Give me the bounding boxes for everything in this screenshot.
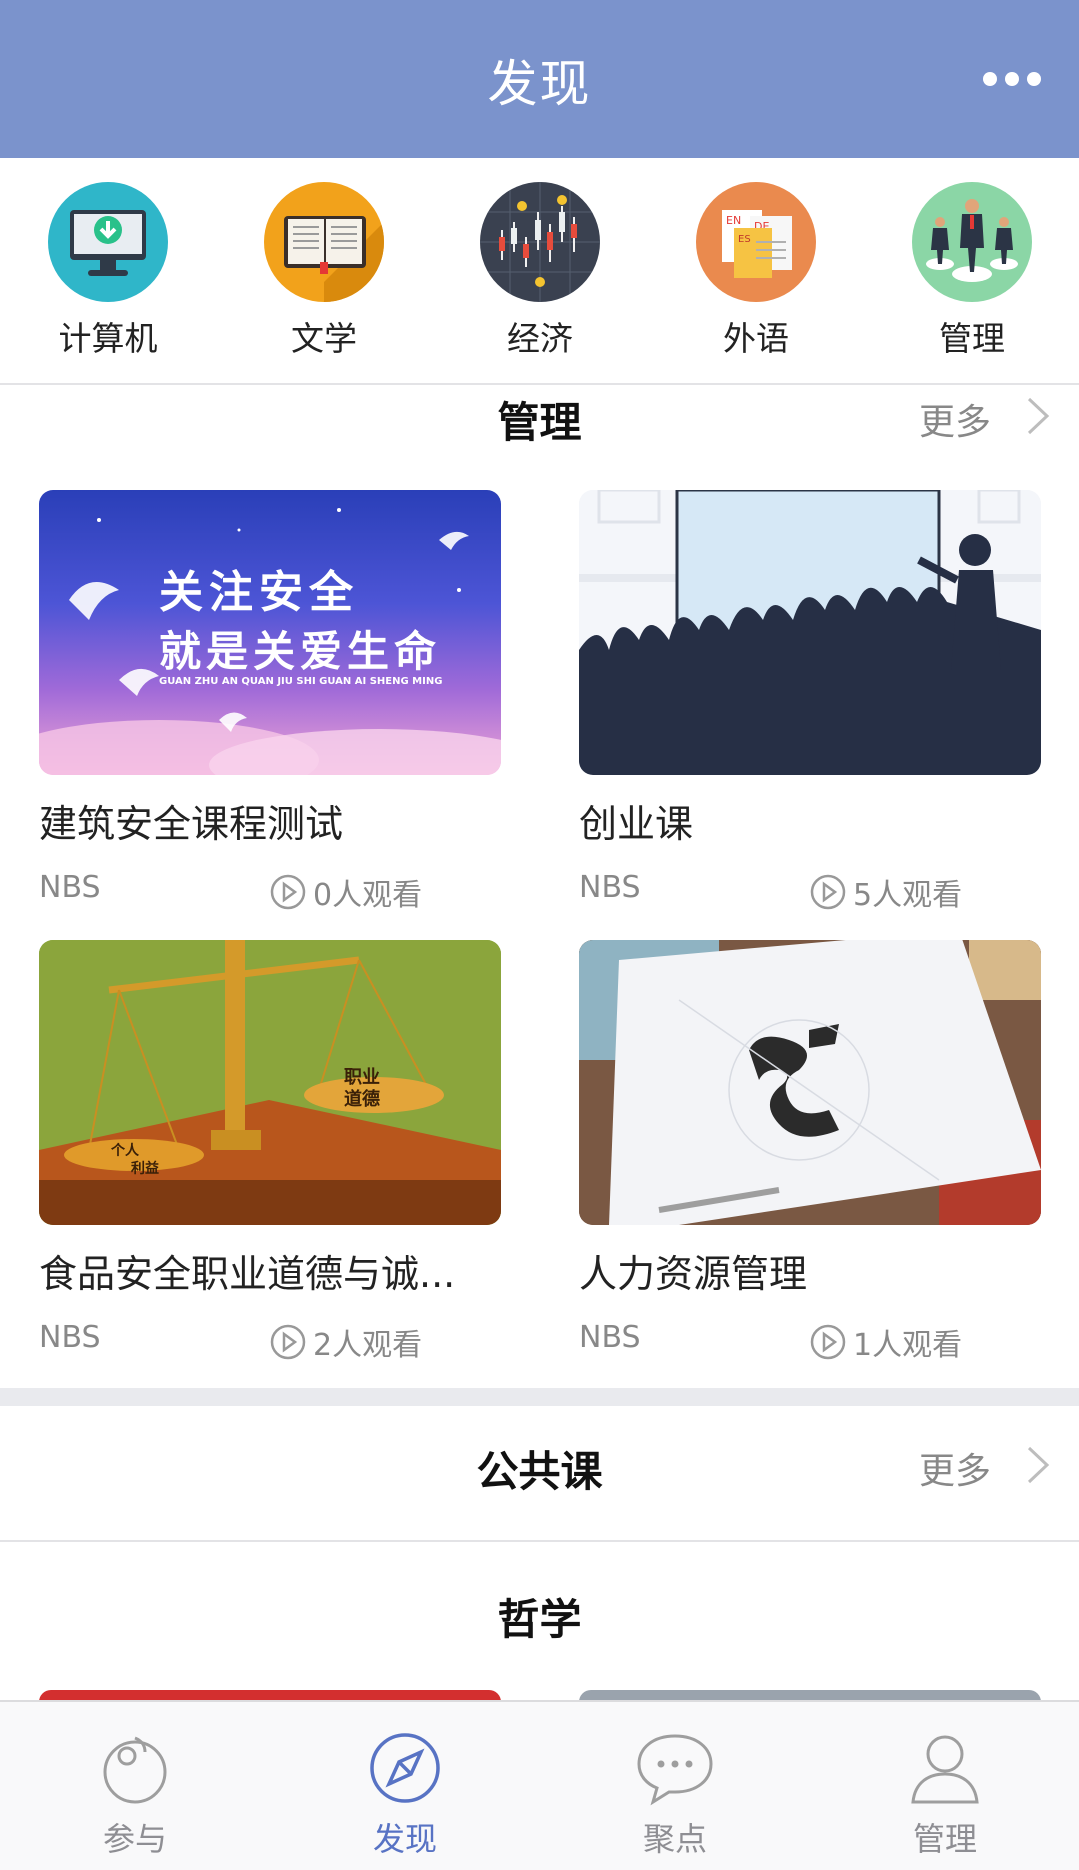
course-title[interactable]: 创业课 <box>579 793 1041 848</box>
section-header-public-courses: 公共课 更多 <box>0 1432 1079 1502</box>
view-count-text: 0人观看 <box>313 878 423 913</box>
course-card[interactable]: 创业课 NBS 5人观看 <box>579 490 1041 913</box>
play-icon <box>810 874 846 910</box>
course-title[interactable]: 食品安全职业道德与诚... <box>39 1243 501 1298</box>
course-org: NBS <box>39 1320 101 1355</box>
tab-label: 发现 <box>372 1820 437 1858</box>
section-title: 公共课 <box>476 1447 603 1496</box>
category-label: 文学 <box>291 319 357 358</box>
play-icon <box>270 874 306 910</box>
business-people-icon <box>912 182 1032 302</box>
chevron-right-icon[interactable] <box>1025 395 1051 437</box>
chevron-right-icon[interactable] <box>1025 1444 1051 1486</box>
divider <box>0 1540 1079 1542</box>
play-icon <box>810 1324 846 1360</box>
nav-header: 发现 <box>0 0 1079 158</box>
language-docs-icon: EN DE ES <box>696 182 816 302</box>
category-label: 外语 <box>723 319 789 358</box>
compass-icon <box>370 1733 440 1803</box>
category-literature[interactable]: 文学 <box>249 182 399 360</box>
course-thumbnail[interactable] <box>579 490 1041 775</box>
view-count: 5人观看 <box>809 870 962 914</box>
thumbnail-caption: 道德 <box>344 1089 380 1110</box>
view-count: 0人观看 <box>269 870 422 914</box>
view-count-text: 1人观看 <box>853 1328 963 1363</box>
course-card[interactable]: 人力资源管理 NBS 1人观看 <box>579 940 1041 1363</box>
participate-icon <box>103 1736 167 1804</box>
course-thumbnail[interactable]: 职业 道德 个人 利益 <box>39 940 501 1225</box>
course-title[interactable]: 人力资源管理 <box>579 1243 1041 1298</box>
course-card[interactable]: 关注安全 就是关爱生命 GUAN ZHU AN QUAN JIU SHI GUA… <box>39 490 501 913</box>
category-economics[interactable]: 经济 <box>465 182 615 360</box>
view-count-text: 2人观看 <box>313 1328 423 1363</box>
chat-bubble-icon <box>637 1734 713 1806</box>
category-label: 计算机 <box>58 319 158 358</box>
category-bar: 计算机 文学 经济 EN DE ES 外语 管理 <box>0 158 1079 383</box>
tab-gathering[interactable]: 聚点 <box>540 1702 810 1870</box>
tab-label: 参与 <box>102 1820 167 1858</box>
category-label: 管理 <box>939 319 1005 358</box>
thumbnail-caption: 个人 <box>111 1143 139 1159</box>
view-count: 1人观看 <box>809 1320 962 1364</box>
tab-discover[interactable]: 发现 <box>270 1702 540 1870</box>
category-label: 经济 <box>507 319 573 358</box>
more-dots-icon[interactable] <box>983 66 1041 92</box>
view-count-text: 5人观看 <box>853 878 963 913</box>
thumbnail-caption: 关注安全 <box>159 567 359 618</box>
page-title: 发现 <box>487 55 592 113</box>
thumbnail-caption: 就是关爱生命 <box>159 627 442 676</box>
bottom-tab-bar: 参与 发现 聚点 管理 <box>0 1700 1079 1870</box>
svg-text:ES: ES <box>738 234 751 245</box>
more-link[interactable]: 更多 <box>919 1442 991 1494</box>
more-link[interactable]: 更多 <box>919 393 991 445</box>
tab-participate[interactable]: 参与 <box>0 1702 270 1870</box>
section-separator <box>0 1388 1079 1406</box>
open-book-icon <box>264 182 384 302</box>
course-org: NBS <box>579 1320 641 1355</box>
svg-text:EN: EN <box>726 214 741 227</box>
subsection-title: 哲学 <box>497 1595 582 1644</box>
course-title[interactable]: 建筑安全课程测试 <box>39 793 501 848</box>
course-org: NBS <box>579 870 641 905</box>
thumbnail-caption: 利益 <box>131 1161 159 1177</box>
stock-chart-icon <box>480 182 600 302</box>
course-thumbnail[interactable] <box>579 940 1041 1225</box>
tab-manage[interactable]: 管理 <box>810 1702 1079 1870</box>
play-icon <box>270 1324 306 1360</box>
course-thumbnail[interactable]: 关注安全 就是关爱生命 GUAN ZHU AN QUAN JIU SHI GUA… <box>39 490 501 775</box>
category-foreign-language[interactable]: EN DE ES 外语 <box>681 182 831 360</box>
computer-download-icon <box>48 182 168 302</box>
section-header-management: 管理 更多 <box>0 383 1079 453</box>
person-icon <box>911 1735 979 1804</box>
section-title: 管理 <box>497 398 582 447</box>
course-org: NBS <box>39 870 101 905</box>
category-management[interactable]: 管理 <box>897 182 1047 360</box>
tab-label: 管理 <box>912 1820 977 1858</box>
thumbnail-caption: GUAN ZHU AN QUAN JIU SHI GUAN AI SHENG M… <box>159 676 443 687</box>
category-computer[interactable]: 计算机 <box>33 182 183 360</box>
thumbnail-caption: 职业 <box>344 1067 380 1088</box>
course-card[interactable]: 职业 道德 个人 利益 食品安全职业道德与诚... NBS 2人观看 <box>39 940 501 1363</box>
view-count: 2人观看 <box>269 1320 422 1364</box>
tab-label: 聚点 <box>642 1820 707 1858</box>
